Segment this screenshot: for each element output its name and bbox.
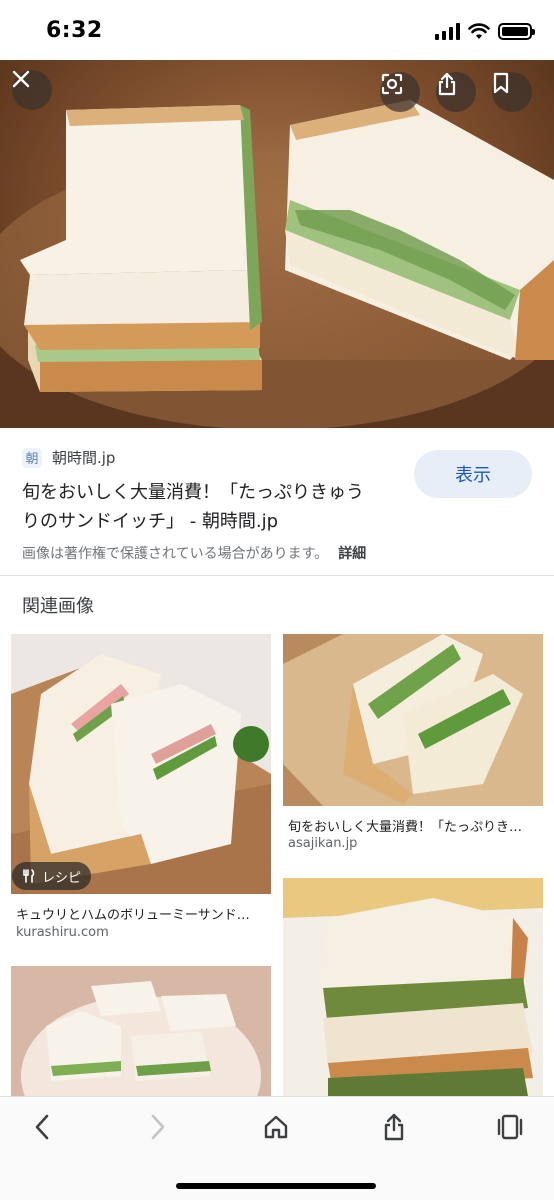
signal-icon: [435, 22, 460, 40]
close-icon: [12, 70, 30, 88]
wifi-icon: [468, 22, 490, 39]
tabs-icon: [497, 1114, 523, 1140]
divider: [0, 575, 554, 576]
ham-cucumber-sandwich-photo: [11, 634, 271, 894]
battery-icon: [498, 22, 535, 40]
copyright-notice: 画像は著作権で保護されている場合があります。 詳細: [22, 543, 366, 563]
related-image-4[interactable]: [283, 878, 543, 1096]
image-title-line2: りのサンドイッチ」 - 朝時間.jp: [22, 511, 279, 532]
source-logo-icon: 朝: [22, 447, 42, 468]
share-icon: [384, 1113, 404, 1141]
toolbar-share-button[interactable]: [376, 1111, 412, 1143]
fork-knife-icon: [23, 869, 35, 883]
hero-image[interactable]: [0, 60, 554, 428]
lens-button[interactable]: [380, 72, 420, 112]
close-button[interactable]: [12, 70, 52, 110]
image-title[interactable]: 旬をおいしく大量消費！「たっぷりきゅう りのサンドイッチ」 - 朝時間.jp: [22, 478, 402, 536]
bookmark-icon: [493, 72, 509, 94]
source-name[interactable]: 朝時間.jp: [52, 447, 115, 468]
related-caption-2[interactable]: 旬をおいしく大量消費！「たっぷりき…: [288, 816, 538, 835]
status-time: 6:32: [46, 18, 103, 43]
home-icon: [264, 1115, 288, 1139]
recipe-badge-label: レシピ: [42, 870, 82, 886]
related-image-2[interactable]: [283, 634, 543, 806]
home-indicator: [176, 1183, 376, 1189]
details-link[interactable]: 詳細: [338, 546, 366, 562]
related-caption-1[interactable]: キュウリとハムのボリューミーサンド…: [16, 904, 270, 923]
lens-icon: [381, 73, 403, 95]
share-button[interactable]: [436, 72, 476, 112]
forward-button[interactable]: [140, 1111, 176, 1143]
tabs-button[interactable]: [492, 1111, 528, 1143]
related-image-3[interactable]: [11, 966, 271, 1096]
source-row[interactable]: 朝 朝時間.jp: [22, 447, 115, 468]
cucumber-sandwich-photo: [283, 634, 543, 806]
home-button[interactable]: [258, 1111, 294, 1143]
back-icon: [35, 1114, 49, 1140]
related-images-heading: 関連画像: [22, 596, 94, 617]
related-domain-2[interactable]: asajikan.jp: [288, 836, 357, 851]
copyright-text: 画像は著作権で保護されている場合があります。: [22, 546, 329, 562]
bookmark-button[interactable]: [492, 72, 532, 112]
sandwich-photo: [0, 100, 554, 428]
recipe-badge: レシピ: [12, 862, 92, 890]
back-button[interactable]: [24, 1111, 60, 1143]
status-bar: 6:32: [0, 0, 554, 60]
status-icons: [435, 22, 535, 40]
share-icon: [438, 72, 456, 96]
related-domain-1[interactable]: kurashiru.com: [16, 925, 109, 940]
forward-icon: [151, 1114, 165, 1140]
visit-button[interactable]: 表示: [414, 450, 532, 498]
related-image-1[interactable]: [11, 634, 271, 894]
image-title-line1: 旬をおいしく大量消費！「たっぷりきゅう: [22, 482, 364, 503]
sandwich-stack-photo: [283, 878, 543, 1096]
tuna-sandwich-photo: [11, 966, 271, 1096]
